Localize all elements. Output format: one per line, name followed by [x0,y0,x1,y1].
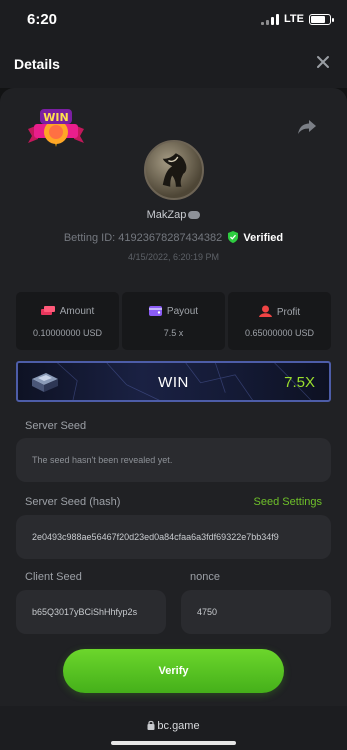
result-label: WIN [158,374,189,391]
lock-icon [147,720,155,730]
profit-label: Profit [276,307,301,318]
seed-settings-link[interactable]: Seed Settings [254,496,323,508]
close-icon[interactable] [315,54,331,70]
server-seed-field: The seed hasn't been revealed yet. [16,438,331,482]
signal-icon [261,13,280,25]
payout-label: Payout [166,306,199,317]
details-header: Details [0,40,347,88]
money-stack-icon [40,306,55,315]
betting-id-label: Betting ID: [63,232,116,244]
avatar [144,140,204,200]
status-indicators: LTE [261,13,334,25]
wallet-icon [148,306,162,316]
hidden-eye-icon [188,211,201,220]
result-multiplier: 7.5X [284,374,315,391]
home-indicator[interactable] [111,741,236,745]
verified-label: Verified [243,232,284,244]
win-badge-icon: WIN [28,109,84,147]
network-label: LTE [284,13,304,25]
amount-card: Amount 0.10000000 USD [16,292,119,350]
nonce-field[interactable]: 4750 [181,590,331,634]
amount-value: 0.10000000 USD [32,328,103,338]
betting-id[interactable]: 41923678287434382 [118,232,222,244]
status-time: 6:20 [27,11,58,28]
betting-id-row: Betting ID: 41923678287434382 Verified [0,231,347,244]
verify-button[interactable]: Verify [63,649,284,693]
profit-value: 0.65000000 USD [244,328,315,338]
url-display[interactable]: bc.game [0,720,347,732]
amount-label: Amount [59,306,95,317]
server-seed-hash-field[interactable]: 2e0493c988ae56467f20d23ed0a84cfaa6a3fdf6… [16,515,331,559]
status-bar: 6:20 LTE [0,0,347,40]
nonce-label: nonce [190,571,220,583]
profit-card: Profit 0.65000000 USD [228,292,331,350]
client-seed-field[interactable]: b65Q3017yBCiShHhfyp2s [16,590,166,634]
server-seed-hash-label: Server Seed (hash) [25,496,121,508]
browser-bar: bc.game [0,706,347,750]
page-title: Details [14,56,60,72]
badge-text: WIN [43,111,68,124]
payout-card: Payout 7.5 x [122,292,225,350]
profit-icon [258,305,272,317]
win-banner: WIN 7.5X [16,361,331,402]
share-icon[interactable] [297,118,317,136]
payout-value: 7.5 x [163,328,184,338]
server-seed-label: Server Seed [25,420,87,432]
client-seed-label: Client Seed [25,571,82,583]
bet-timestamp: 4/15/2022, 6:20:19 PM [127,252,220,262]
horse-icon [162,153,187,187]
username-row: MakZap [0,209,347,221]
url-text: bc.game [157,720,200,732]
username[interactable]: MakZap [147,209,187,221]
shield-check-icon [228,231,239,243]
battery-icon [309,13,334,25]
